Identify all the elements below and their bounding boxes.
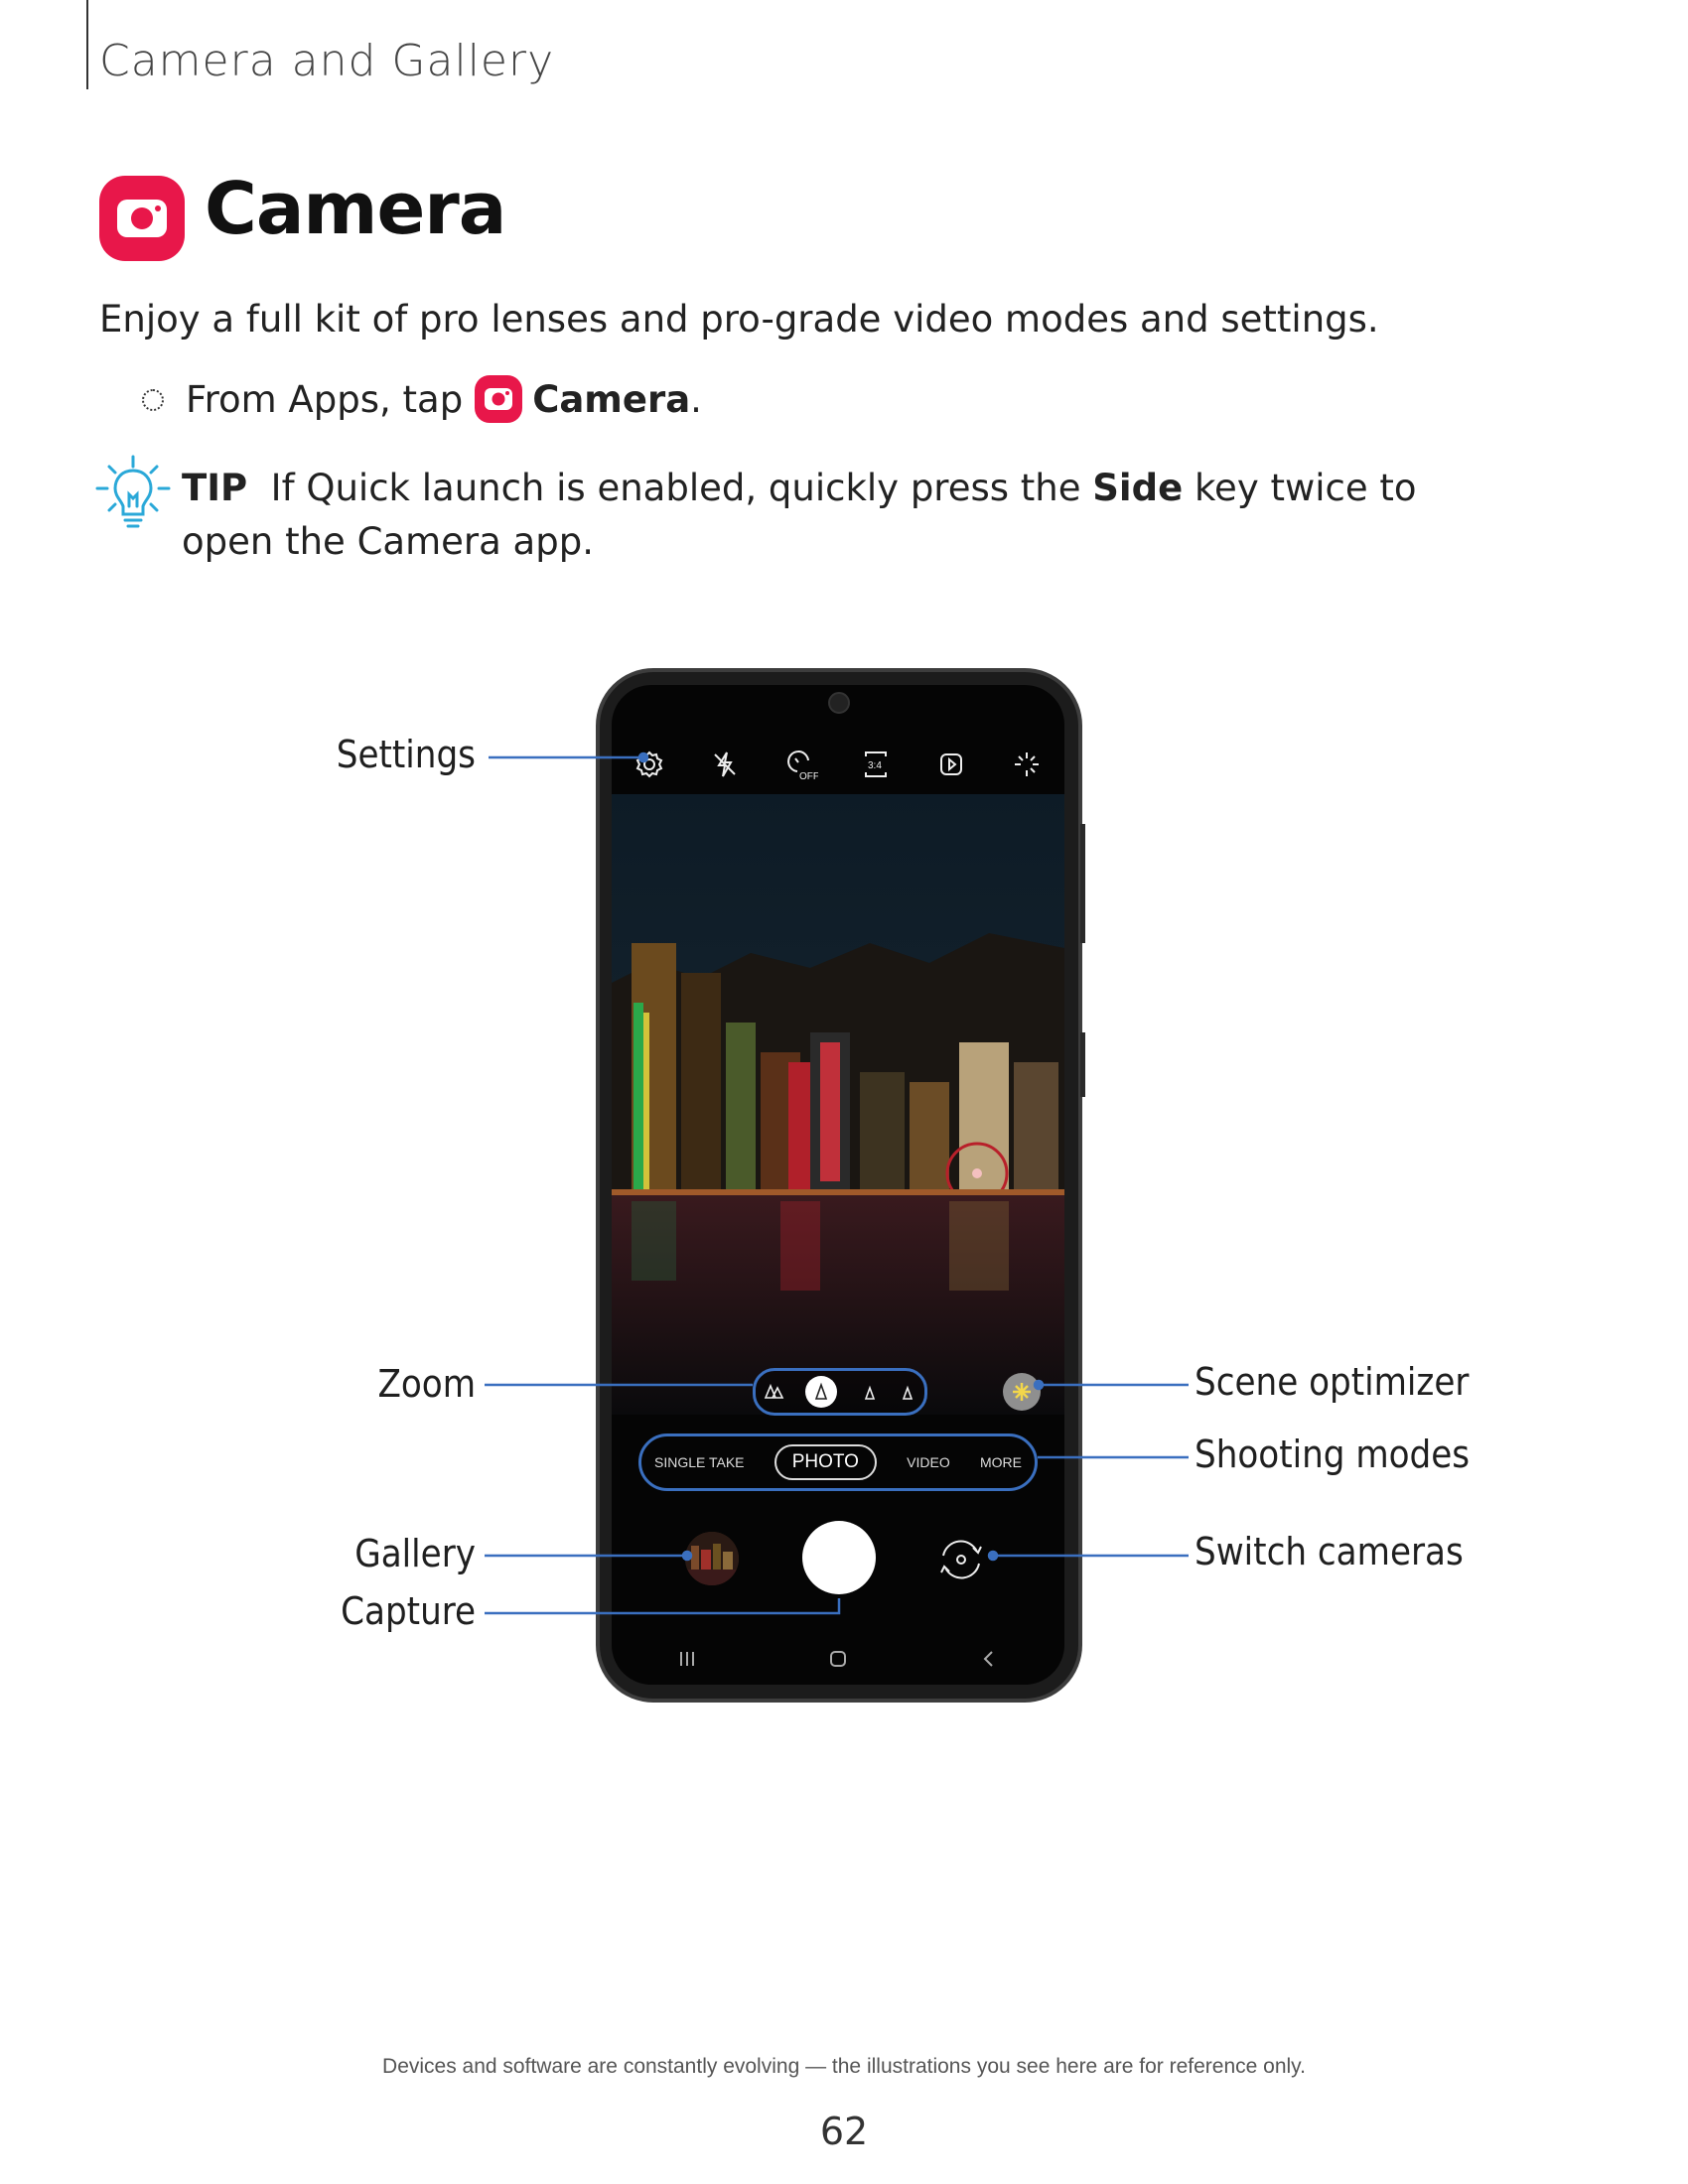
callout-scene-optimizer: Scene optimizer xyxy=(1195,1360,1470,1404)
callout-shooting-modes: Shooting modes xyxy=(1195,1433,1471,1476)
callout-switch-cameras: Switch cameras xyxy=(1195,1530,1464,1573)
page-number: 62 xyxy=(819,2110,869,2153)
callout-settings: Settings xyxy=(336,733,476,776)
footer-disclaimer: Devices and software are constantly evol… xyxy=(382,2055,1306,2078)
callout-capture: Capture xyxy=(341,1589,476,1633)
callout-zoom: Zoom xyxy=(377,1362,476,1406)
callout-lines xyxy=(485,751,1189,1615)
callout-gallery: Gallery xyxy=(354,1532,476,1575)
